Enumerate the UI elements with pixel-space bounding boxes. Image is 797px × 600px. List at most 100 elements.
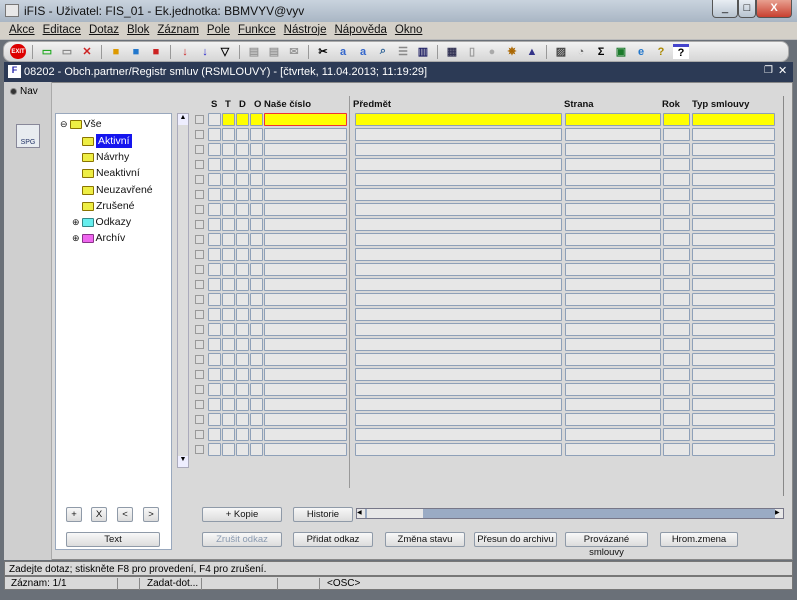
cell-nase-cislo[interactable] bbox=[264, 398, 347, 411]
row-select-checkbox[interactable] bbox=[195, 280, 204, 289]
cell-o[interactable] bbox=[250, 323, 263, 336]
cell-t[interactable] bbox=[222, 278, 235, 291]
cell-nase-cislo[interactable] bbox=[264, 248, 347, 261]
cell-nase-cislo[interactable] bbox=[264, 263, 347, 276]
tree-add-button[interactable]: + bbox=[66, 507, 82, 522]
cell-predmet[interactable] bbox=[355, 443, 562, 456]
scroll-thumb[interactable] bbox=[367, 509, 423, 518]
cell-t[interactable] bbox=[222, 353, 235, 366]
nav-radio[interactable] bbox=[10, 88, 17, 95]
menu-akce[interactable]: Akce bbox=[5, 22, 39, 36]
cell-strana[interactable] bbox=[565, 293, 661, 306]
cell-rok[interactable] bbox=[663, 143, 690, 156]
cell-rok[interactable] bbox=[663, 353, 690, 366]
cell-rok[interactable] bbox=[663, 398, 690, 411]
help-context-icon[interactable]: ? bbox=[673, 44, 689, 59]
print-icon[interactable]: ▤ bbox=[246, 44, 262, 59]
cell-s[interactable] bbox=[208, 398, 221, 411]
scroll-up-icon[interactable]: ▲ bbox=[178, 114, 188, 125]
cell-nase-cislo[interactable] bbox=[264, 278, 347, 291]
cell-predmet[interactable] bbox=[355, 188, 562, 201]
cell-typ-smlouvy[interactable] bbox=[692, 113, 775, 126]
excel-icon[interactable]: ▣ bbox=[613, 44, 629, 59]
cell-o[interactable] bbox=[250, 143, 263, 156]
cell-typ-smlouvy[interactable] bbox=[692, 323, 775, 336]
cell-predmet[interactable] bbox=[355, 338, 562, 351]
ruler-icon[interactable]: ▲ bbox=[524, 44, 540, 59]
cell-predmet[interactable] bbox=[355, 218, 562, 231]
cell-typ-smlouvy[interactable] bbox=[692, 308, 775, 321]
cell-rok[interactable] bbox=[663, 113, 690, 126]
text-button[interactable]: Text bbox=[66, 532, 160, 547]
cell-predmet[interactable] bbox=[355, 143, 562, 156]
cell-o[interactable] bbox=[250, 263, 263, 276]
cell-rok[interactable] bbox=[663, 203, 690, 216]
cell-nase-cislo[interactable] bbox=[264, 188, 347, 201]
row-select-checkbox[interactable] bbox=[195, 355, 204, 364]
cell-predmet[interactable] bbox=[355, 173, 562, 186]
cell-o[interactable] bbox=[250, 158, 263, 171]
hrom-zmena-button[interactable]: Hrom.zmena bbox=[660, 532, 738, 547]
cell-typ-smlouvy[interactable] bbox=[692, 143, 775, 156]
cell-rok[interactable] bbox=[663, 158, 690, 171]
spg-button[interactable]: SPG bbox=[16, 124, 40, 148]
cell-t[interactable] bbox=[222, 293, 235, 306]
row-select-checkbox[interactable] bbox=[195, 370, 204, 379]
copy-record-icon[interactable]: ▭ bbox=[59, 44, 75, 59]
cell-s[interactable] bbox=[208, 278, 221, 291]
cell-nase-cislo[interactable] bbox=[264, 113, 347, 126]
cell-d[interactable] bbox=[236, 353, 249, 366]
cell-d[interactable] bbox=[236, 368, 249, 381]
cell-nase-cislo[interactable] bbox=[264, 308, 347, 321]
cell-strana[interactable] bbox=[565, 338, 661, 351]
cell-o[interactable] bbox=[250, 113, 263, 126]
cell-o[interactable] bbox=[250, 278, 263, 291]
tree-item-neuzavrene[interactable]: Neuzavřené bbox=[82, 184, 153, 196]
restore-icon[interactable]: ❐ bbox=[764, 65, 773, 76]
cell-strana[interactable] bbox=[565, 158, 661, 171]
cell-predmet[interactable] bbox=[355, 428, 562, 441]
cell-typ-smlouvy[interactable] bbox=[692, 398, 775, 411]
row-select-checkbox[interactable] bbox=[195, 160, 204, 169]
expand-icon[interactable]: ⊕ bbox=[72, 233, 80, 244]
query-enter-icon[interactable]: ■ bbox=[108, 44, 124, 59]
row-select-checkbox[interactable] bbox=[195, 310, 204, 319]
cell-predmet[interactable] bbox=[355, 293, 562, 306]
cell-o[interactable] bbox=[250, 413, 263, 426]
cell-strana[interactable] bbox=[565, 353, 661, 366]
cell-t[interactable] bbox=[222, 248, 235, 261]
minimize-button[interactable]: _ bbox=[712, 0, 738, 18]
scroll-right-icon[interactable]: ▶ bbox=[775, 509, 783, 518]
cell-predmet[interactable] bbox=[355, 278, 562, 291]
tree-root[interactable]: ⊖ Vše bbox=[60, 118, 102, 130]
cell-o[interactable] bbox=[250, 398, 263, 411]
cell-t[interactable] bbox=[222, 188, 235, 201]
cell-t[interactable] bbox=[222, 338, 235, 351]
cell-s[interactable] bbox=[208, 353, 221, 366]
delete-record-icon[interactable]: ✕ bbox=[79, 44, 95, 59]
cell-t[interactable] bbox=[222, 443, 235, 456]
cell-nase-cislo[interactable] bbox=[264, 428, 347, 441]
cell-o[interactable] bbox=[250, 188, 263, 201]
cell-o[interactable] bbox=[250, 308, 263, 321]
columns-icon[interactable]: ▥ bbox=[415, 44, 431, 59]
cell-o[interactable] bbox=[250, 368, 263, 381]
row-select-checkbox[interactable] bbox=[195, 145, 204, 154]
cell-s[interactable] bbox=[208, 233, 221, 246]
cell-rok[interactable] bbox=[663, 368, 690, 381]
cell-s[interactable] bbox=[208, 383, 221, 396]
cell-rok[interactable] bbox=[663, 338, 690, 351]
cell-t[interactable] bbox=[222, 233, 235, 246]
cell-t[interactable] bbox=[222, 143, 235, 156]
form-close-icon[interactable]: ✕ bbox=[778, 64, 787, 77]
row-select-checkbox[interactable] bbox=[195, 250, 204, 259]
cell-nase-cislo[interactable] bbox=[264, 203, 347, 216]
cell-rok[interactable] bbox=[663, 428, 690, 441]
row-select-checkbox[interactable] bbox=[195, 415, 204, 424]
cell-predmet[interactable] bbox=[355, 158, 562, 171]
cell-o[interactable] bbox=[250, 428, 263, 441]
tree-prev-button[interactable]: < bbox=[117, 507, 133, 522]
tree-item-archiv[interactable]: ⊕ Archív bbox=[72, 232, 125, 244]
cell-d[interactable] bbox=[236, 263, 249, 276]
menu-zaznam[interactable]: Záznam bbox=[153, 22, 203, 36]
